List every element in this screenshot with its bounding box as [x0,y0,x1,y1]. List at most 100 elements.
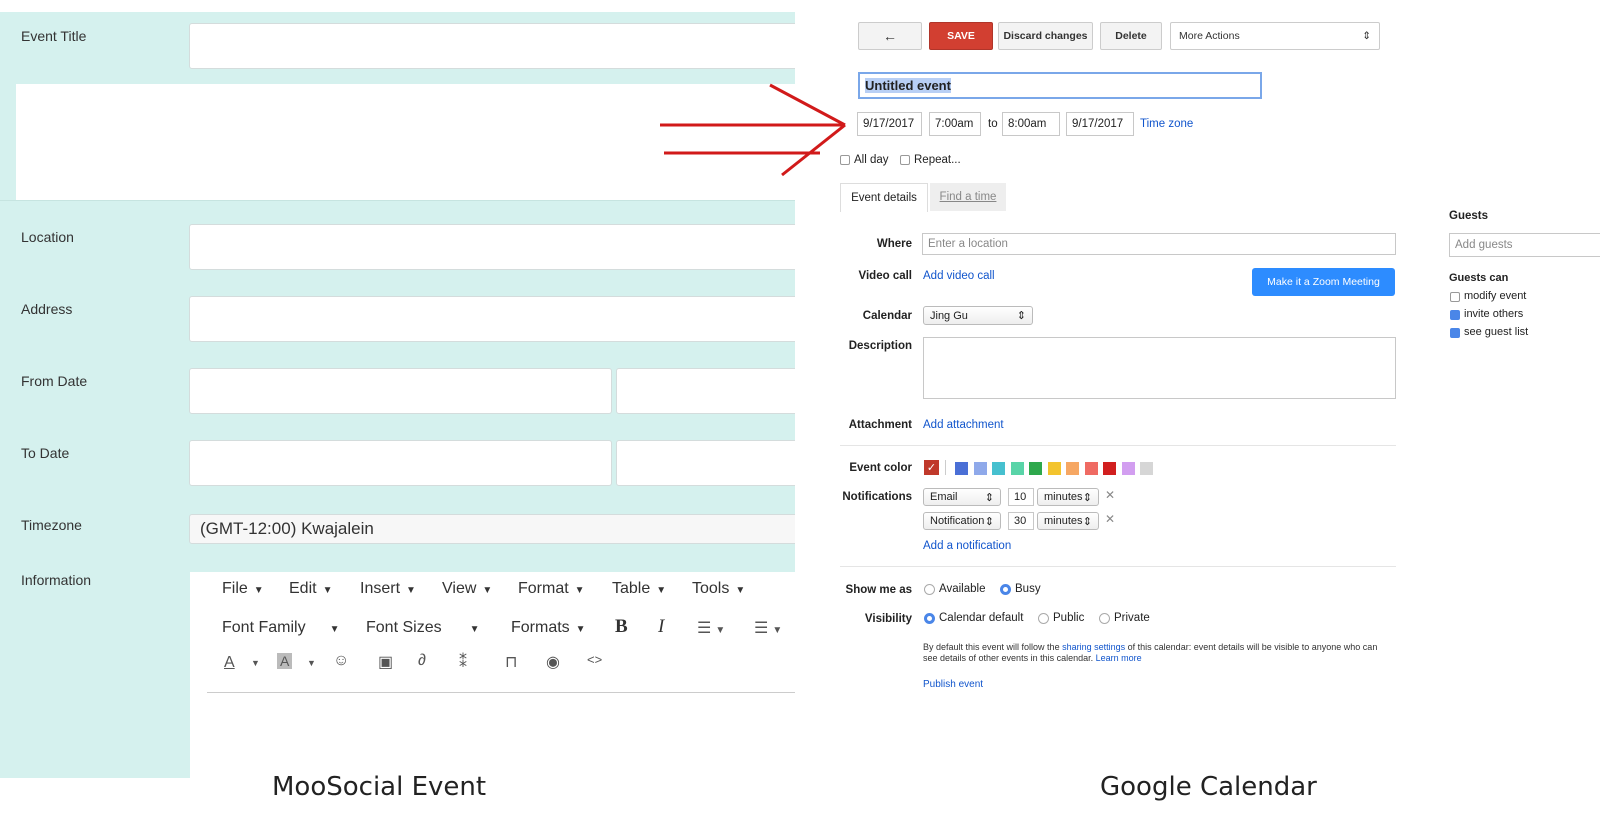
notification-unit-value: minutes [1044,515,1083,527]
back-button[interactable]: ← [858,22,922,50]
menu-insert[interactable]: Insert ▼ [360,580,416,598]
color-swatch[interactable] [1140,462,1153,475]
save-button[interactable]: SAVE [929,22,993,50]
to-time-input[interactable] [616,440,795,486]
invite-others-checkbox[interactable] [1450,310,1460,320]
add-video-call-link[interactable]: Add video call [923,270,995,282]
link-icon[interactable]: ∂ [418,652,426,670]
description-textarea[interactable] [923,337,1396,399]
modify-event-checkbox[interactable] [1450,292,1460,302]
color-swatch[interactable] [992,462,1005,475]
numbered-list-icon[interactable]: ☰ ▼ [754,618,782,638]
to-label: to [988,118,998,130]
color-swatch[interactable] [1010,462,1024,475]
event-title-input[interactable]: Untitled event [858,72,1262,99]
location-input[interactable] [189,224,795,270]
font-sizes-select[interactable]: Font Sizes ▼ [366,619,480,637]
caret-down-icon: ▼ [656,585,667,596]
repeat-checkbox[interactable] [900,155,910,165]
calendar-default-radio[interactable] [924,613,935,624]
visibility-label: Visibility [864,613,912,625]
private-radio[interactable] [1099,613,1110,624]
end-time-input[interactable]: 8:00am [1002,112,1060,136]
notification-unit-select[interactable]: minutes ⇕ [1037,512,1099,530]
address-input[interactable] [189,296,795,342]
publish-event-link[interactable]: Publish event [923,679,983,690]
color-swatch[interactable] [1029,462,1042,475]
zoom-meeting-button[interactable]: Make it a Zoom Meeting [1252,268,1395,296]
menu-format[interactable]: Format ▼ [518,580,585,598]
text-color-icon[interactable]: A [224,654,235,672]
add-attachment-link[interactable]: Add attachment [923,419,1004,431]
calendar-default-label: Calendar default [939,612,1024,624]
notification-method-select[interactable]: Notification ⇕ [923,512,1001,530]
to-date-input[interactable] [189,440,612,486]
color-swatch[interactable] [973,462,987,475]
menu-tools[interactable]: Tools ▼ [692,580,745,598]
moosocial-caption: MooSocial Event [272,772,487,802]
from-time-input[interactable] [616,368,795,414]
more-actions-select[interactable]: More Actions ⇕ [1170,22,1380,50]
color-swatch[interactable] [1084,462,1098,475]
sharing-settings-link[interactable]: sharing settings [1062,642,1125,652]
selected-color-swatch[interactable]: ✓ [924,460,939,475]
color-swatch[interactable] [1121,462,1135,475]
add-notification-link[interactable]: Add a notification [923,540,1011,552]
remove-notification-icon[interactable]: ✕ [1105,488,1115,502]
menu-edit-label: Edit [289,580,317,597]
calendar-select[interactable]: Jing Gu ⇕ [923,306,1033,325]
menu-edit[interactable]: Edit ▼ [289,580,332,598]
menu-table[interactable]: Table ▼ [612,580,666,598]
delete-button[interactable]: Delete [1100,22,1162,50]
color-swatch[interactable] [955,462,968,475]
visibility-note-part: By default this event will follow the [923,642,1060,652]
event-title-input[interactable] [189,23,795,69]
tab-event-details[interactable]: Event details [840,183,928,212]
unlink-icon[interactable]: ⁑ [459,652,467,672]
menu-file[interactable]: File ▼ [222,580,264,598]
from-date-input[interactable] [189,368,612,414]
where-input[interactable]: Enter a location [922,233,1396,255]
start-date-input[interactable]: 9/17/2017 [857,112,922,136]
timezone-select[interactable]: (GMT-12:00) Kwajalein [189,514,795,544]
menu-view[interactable]: View ▼ [442,580,492,598]
learn-more-link[interactable]: Learn more [1096,653,1142,663]
start-time-input[interactable]: 7:00am [929,112,981,136]
color-swatch[interactable] [1103,462,1116,475]
available-radio[interactable] [924,584,935,595]
add-guests-input[interactable]: Add guests [1449,233,1600,257]
notification-value-input[interactable]: 10 [1008,488,1034,506]
remove-notification-icon[interactable]: ✕ [1105,512,1115,526]
notification-value-input[interactable]: 30 [1008,512,1034,530]
bullet-list-icon[interactable]: ☰ ▼ [697,618,725,638]
italic-button[interactable]: I [658,616,664,638]
time-zone-link[interactable]: Time zone [1140,118,1193,130]
background-color-icon[interactable]: A [277,653,293,669]
end-date-input[interactable]: 9/17/2017 [1066,112,1134,136]
notification-method-value: Notification [930,515,985,527]
formats-select[interactable]: Formats ▼ [511,619,586,637]
public-radio[interactable] [1038,613,1049,624]
color-swatch[interactable] [1047,462,1061,475]
see-guest-list-checkbox[interactable] [1450,328,1460,338]
busy-radio[interactable] [1000,584,1011,595]
color-swatch[interactable] [1066,462,1079,475]
caret-down-icon[interactable]: ▼ [307,658,316,668]
calendar-label: Calendar [862,310,912,322]
notification-method-select[interactable]: Email ⇕ [923,488,1001,506]
emoticon-icon[interactable]: ☺ [333,652,349,670]
preview-icon[interactable]: ◉ [546,652,560,672]
notification-unit-select[interactable]: minutes ⇕ [1037,488,1099,506]
font-family-select[interactable]: Font Family ▼ [222,619,339,637]
code-icon[interactable]: <> [587,652,602,667]
event-title-label: Event Title [21,28,87,44]
all-day-checkbox[interactable] [840,155,850,165]
caret-down-icon[interactable]: ▼ [251,658,260,668]
available-label: Available [939,583,986,595]
bookmark-icon[interactable]: ⊓ [505,652,517,672]
image-icon[interactable]: ▣ [378,652,393,672]
tab-find-a-time[interactable]: Find a time [930,183,1006,211]
bold-button[interactable]: B [615,616,628,638]
discard-changes-button[interactable]: Discard changes [998,22,1093,50]
notifications-label: Notifications [842,491,912,503]
